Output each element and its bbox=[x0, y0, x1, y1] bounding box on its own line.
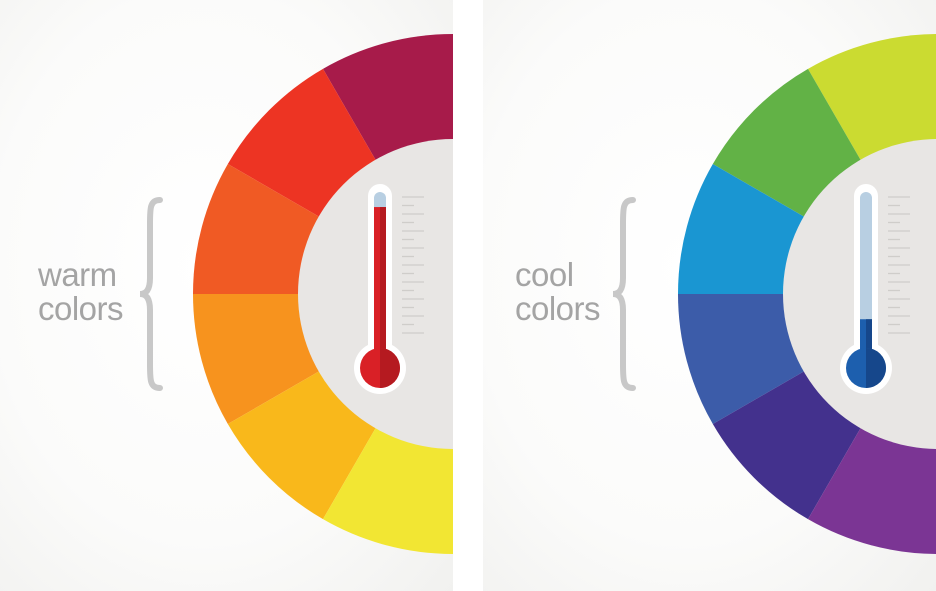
cool-colors-panel: cool colors bbox=[483, 0, 936, 591]
cool-brace-icon bbox=[612, 197, 636, 391]
cool-wheel-graphic bbox=[612, 34, 936, 554]
panel-divider bbox=[453, 0, 483, 591]
warm-colors-panel: warm colors bbox=[0, 0, 453, 591]
warm-wheel-graphic bbox=[139, 34, 453, 554]
warm-brace-icon bbox=[139, 197, 163, 391]
